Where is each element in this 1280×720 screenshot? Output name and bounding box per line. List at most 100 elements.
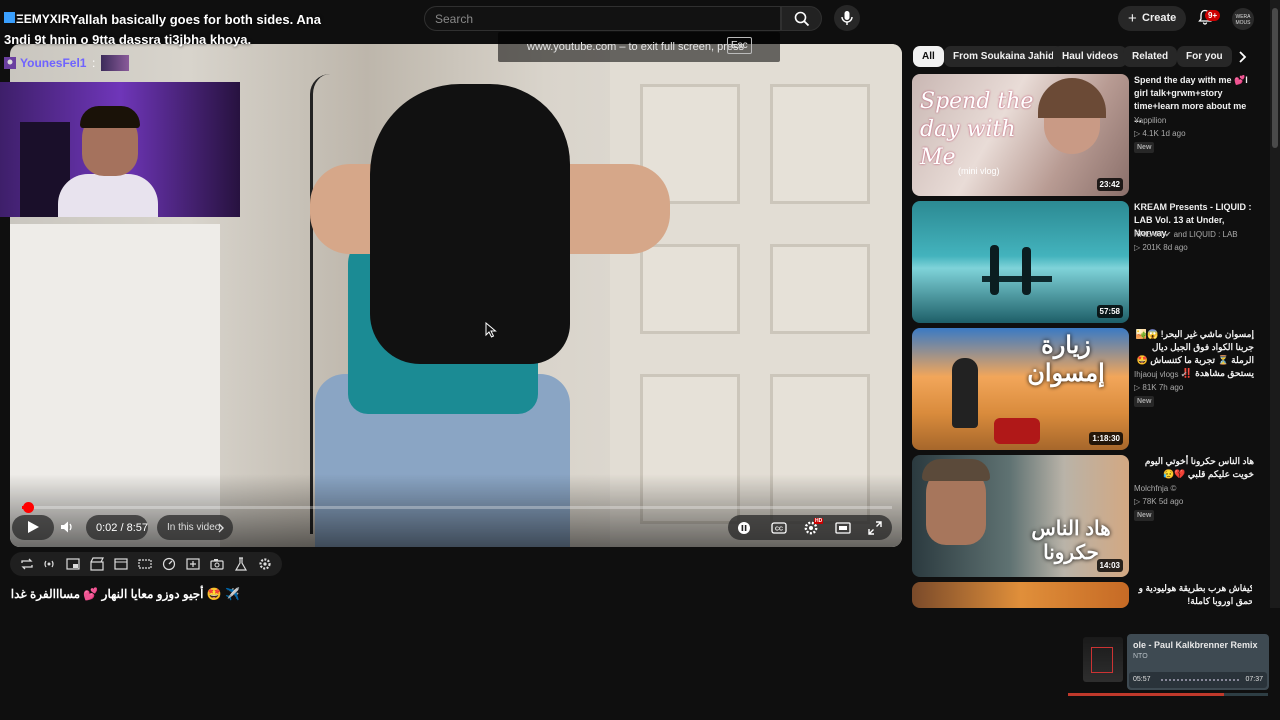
chip-related[interactable]: Related	[1123, 46, 1178, 67]
chip-from-channel[interactable]: From Soukaina Jahid	[944, 46, 1064, 67]
hd-badge: HD	[814, 518, 824, 524]
video-meta: ▷ 201K 8d ago	[1134, 243, 1188, 252]
music-progress-fill	[1068, 693, 1224, 696]
captions-icon[interactable]: CC	[771, 522, 787, 534]
chat-badge-icon	[4, 12, 15, 23]
video-thumbnail[interactable]: هاد الناس حكرونا 14:03	[912, 455, 1129, 577]
pause-toggle-icon[interactable]	[737, 521, 751, 535]
music-mini-player[interactable]: ole - Paul Kalkbrenner Remix NTO 05:57 0…	[1127, 634, 1269, 690]
video-meta: ▷ 78K 5d ago	[1134, 497, 1184, 506]
music-progress-bar[interactable]	[1068, 693, 1268, 696]
video-meta: ▷ 81K 7h ago	[1134, 383, 1184, 392]
video-duration: 57:58	[1096, 305, 1123, 318]
video-duration: 14:03	[1096, 559, 1123, 572]
extension-toolbar	[10, 552, 282, 576]
chip-haul-videos[interactable]: Haul videos	[1053, 46, 1128, 67]
chevron-right-icon[interactable]	[1235, 50, 1249, 64]
chat-user-icon	[4, 57, 16, 69]
play-button[interactable]	[12, 515, 54, 540]
fullscreen-exit-hint: www.youtube.com – to exit full screen, p…	[498, 32, 780, 62]
recommendation-item[interactable]: كيفاش هرب بطريقة هوليودية و حمق اوروبا ك…	[912, 582, 1252, 608]
time-display: 0:02 / 8:57	[96, 522, 148, 534]
chat-message-line-2: 3ndi 9t hnin o 9tta dassra ti3jbha khoya…	[4, 32, 252, 47]
streamer-webcam-overlay	[0, 82, 240, 217]
speed-gauge-icon[interactable]	[162, 557, 176, 571]
chapter-label: In this video	[167, 522, 221, 533]
settings-gear-icon[interactable]	[258, 557, 272, 571]
account-avatar[interactable]: WERA MOUS	[1232, 8, 1254, 30]
chat-emote	[101, 55, 129, 71]
thumbnail-text: زيارة إمسوان	[1027, 332, 1105, 387]
notification-count-badge: 9+	[1205, 10, 1221, 21]
track-artist: NTO	[1133, 653, 1148, 660]
new-badge: New	[1134, 510, 1155, 521]
track-waveform	[1161, 679, 1239, 681]
chat-username-2: YounesFel1	[20, 56, 87, 70]
chat-message-line-1: Yallah basically goes for both sides. An…	[70, 12, 321, 27]
playlist-icon[interactable]	[138, 557, 152, 571]
chip-all[interactable]: All	[913, 46, 944, 67]
chevron-right-icon	[218, 523, 224, 533]
video-duration: 23:42	[1096, 178, 1123, 191]
video-title-caption: ✈️ 🤩 أجيو دوزو معايا النهار 💕 مسااالفرة …	[10, 587, 240, 601]
picture-in-picture-icon[interactable]	[66, 557, 80, 571]
recommendation-item[interactable]: 57:58 KREAM Presents - LIQUID : LAB Vol.…	[912, 201, 1252, 323]
track-total: 07:37	[1245, 676, 1263, 683]
video-frame-door	[610, 44, 902, 547]
clapperboard-icon[interactable]	[90, 557, 104, 571]
progress-scrubber[interactable]	[23, 502, 34, 513]
play-icon	[28, 521, 39, 533]
thumbnail-text: هاد الناس حكرونا	[1031, 518, 1111, 564]
microphone-icon	[841, 11, 853, 25]
chat-username: ΞEMYXIR	[16, 12, 70, 26]
add-box-icon[interactable]	[186, 557, 200, 571]
recommendation-item[interactable]: زيارة إمسوان 1:18:30 إمسوان ماشي غير الب…	[912, 328, 1254, 450]
video-thumbnail[interactable]: Spend the day with Me (mini vlog) 23:42	[912, 74, 1129, 196]
video-title[interactable]: كيفاش هرب بطريقة هوليودية و حمق اوروبا ك…	[1134, 582, 1252, 608]
search-button[interactable]	[781, 6, 822, 31]
chip-for-you[interactable]: For you	[1177, 46, 1232, 67]
plus-icon: +	[1128, 10, 1137, 27]
search-input[interactable]: Search	[424, 6, 781, 31]
video-thumbnail[interactable]	[912, 582, 1129, 608]
video-thumbnail[interactable]: زيارة إمسوان 1:18:30	[912, 328, 1129, 450]
channel-name[interactable]: Ihjaouj vlogs ✔	[1134, 370, 1187, 379]
new-badge: New	[1134, 396, 1155, 407]
progress-bar[interactable]	[22, 502, 892, 513]
recommendation-item[interactable]: هاد الناس حكرونا 14:03 هاد الناس حكرونا …	[912, 455, 1254, 577]
create-button[interactable]: + Create	[1118, 6, 1186, 31]
volume-icon	[61, 521, 72, 533]
camera-screenshot-icon[interactable]	[210, 557, 224, 571]
video-duration: 1:18:30	[1089, 432, 1123, 445]
window-icon[interactable]	[114, 557, 128, 571]
thumbnail-text: Spend the day with Me	[920, 89, 1034, 170]
stream-chat-overlay: ΞEMYXIR Yallah basically goes for both s…	[0, 0, 330, 52]
voice-search-button[interactable]	[834, 5, 860, 31]
thumbnail-subtext: (mini vlog)	[958, 166, 1000, 176]
exit-fullscreen-icon[interactable]	[868, 521, 882, 535]
loop-icon[interactable]	[20, 557, 34, 571]
chat-separator: :	[92, 56, 96, 70]
album-art[interactable]	[1083, 637, 1123, 682]
broadcast-icon[interactable]	[42, 557, 56, 571]
svg-text:CC: CC	[775, 527, 783, 533]
theater-mode-icon[interactable]	[835, 522, 851, 534]
recommendation-item[interactable]: Spend the day with Me (mini vlog) 23:42 …	[912, 74, 1252, 196]
channel-name[interactable]: Yappilion	[1134, 116, 1166, 125]
video-meta: ▷ 4.1K 1d ago	[1134, 129, 1186, 138]
video-frame-hair	[370, 84, 570, 364]
channel-name[interactable]: Molchfnja ©	[1134, 484, 1176, 493]
flask-icon[interactable]	[234, 557, 248, 571]
channel-name[interactable]: KREAM ✔ and LIQUID : LAB	[1134, 230, 1238, 239]
search-icon	[794, 11, 810, 27]
video-title[interactable]: هاد الناس حكرونا أخوتي اليوم خويت عليكم …	[1134, 455, 1254, 481]
mouse-cursor-icon	[485, 322, 497, 338]
esc-key: Esc	[727, 37, 752, 54]
mute-button[interactable]	[54, 515, 80, 540]
video-thumbnail[interactable]: 57:58	[912, 201, 1129, 323]
create-label: Create	[1142, 12, 1177, 24]
track-title: ole - Paul Kalkbrenner Remix	[1133, 640, 1258, 650]
fullscreen-hint-text: www.youtube.com – to exit full screen, p…	[527, 41, 745, 53]
track-progress[interactable]: 05:57 07:37	[1129, 672, 1267, 688]
scrollbar-thumb[interactable]	[1272, 8, 1278, 148]
